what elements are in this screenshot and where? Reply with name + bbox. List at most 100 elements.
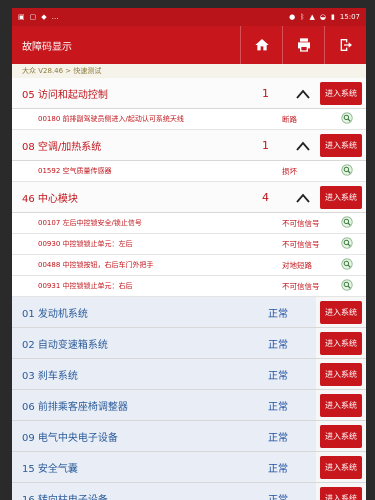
enter-system-button[interactable]: 进入系统 xyxy=(320,300,362,324)
dtc-row[interactable]: 00180 前排副驾驶员侧进入/起动认可系统天线 断路 xyxy=(12,109,366,130)
system-name: 06 前排乘客座椅调整器 xyxy=(12,390,264,420)
enter-system-button[interactable]: 进入系统 xyxy=(320,133,362,157)
system-row[interactable]: 01 发动机系统 正常 进入系统 xyxy=(12,297,366,328)
system-row[interactable]: 02 自动变速箱系统 正常 进入系统 xyxy=(12,328,366,359)
home-icon xyxy=(254,39,269,51)
collapse-button[interactable] xyxy=(290,84,316,103)
exit-icon xyxy=(340,39,352,51)
dtc-row[interactable]: 01592 空气质量传感器 损坏 xyxy=(12,161,366,182)
image-icon: ▣ xyxy=(18,13,25,21)
system-row[interactable]: 16 转向柱电子设备 正常 进入系统 xyxy=(12,483,366,500)
enter-system-button[interactable]: 进入系统 xyxy=(320,81,362,105)
system-status: 正常 xyxy=(264,452,316,482)
magnifier-icon xyxy=(341,237,353,251)
system-name: 02 自动变速箱系统 xyxy=(12,328,264,358)
system-name: 09 电气中央电子设备 xyxy=(12,421,264,451)
system-row[interactable]: 09 电气中央电子设备 正常 进入系统 xyxy=(12,421,366,452)
dots-icon: … xyxy=(51,13,59,21)
system-name: 08 空调/加热系统 xyxy=(22,141,102,153)
enter-system-button[interactable]: 进入系统 xyxy=(320,424,362,448)
dtc-state: 不可信信号 xyxy=(282,281,320,291)
fault-count: 1 xyxy=(262,86,269,100)
dtc-row[interactable]: 00930 中控锁锁止单元：左后 不可信信号 xyxy=(12,234,366,255)
dtc-detail-button[interactable] xyxy=(336,164,358,178)
chevron-up-icon xyxy=(296,136,310,155)
wifi-icon: ◒ xyxy=(319,13,326,21)
signal-icon: ▲ xyxy=(309,13,315,21)
system-name: 46 中心模块 xyxy=(22,193,78,205)
system-row[interactable]: 06 前排乘客座椅调整器 正常 进入系统 xyxy=(12,390,366,421)
system-status: 正常 xyxy=(264,421,316,451)
system-name: 16 转向柱电子设备 xyxy=(12,483,264,500)
dtc-state: 对地短路 xyxy=(282,260,312,270)
system-status: 正常 xyxy=(264,297,316,327)
system-status: 正常 xyxy=(264,483,316,500)
magnifier-icon xyxy=(341,112,353,126)
dtc-description: 00488 中控锁按钮，右后车门外把手 xyxy=(38,261,154,269)
status-left-icons: ▣ ▢ ◆ … xyxy=(18,13,59,21)
dtc-detail-button[interactable] xyxy=(336,216,358,230)
tablet-icon: ▢ xyxy=(29,13,37,21)
collapse-button[interactable] xyxy=(290,136,316,155)
system-list: 05 访问和起动控制 1 进入系统 00180 前排副驾驶员侧进入/起动认可系统天线 断… xyxy=(12,78,366,500)
title-bar: 故障码显示 xyxy=(12,26,366,64)
fault-count: 4 xyxy=(262,190,269,204)
breadcrumb: 大众 V28.46 > 快速测试 xyxy=(12,64,366,78)
fault-count: 1 xyxy=(262,138,269,152)
chevron-up-icon xyxy=(296,188,310,207)
dtc-row[interactable]: 00488 中控锁按钮，右后车门外把手 对地短路 xyxy=(12,255,366,276)
dtc-description: 00931 中控锁锁止单元：右后 xyxy=(38,282,133,290)
enter-system-button[interactable]: 进入系统 xyxy=(320,331,362,355)
chat-icon: ◆ xyxy=(41,13,47,21)
dtc-state: 不可信信号 xyxy=(282,239,320,249)
system-row[interactable]: 05 访问和起动控制 1 进入系统 xyxy=(12,78,366,109)
enter-system-button[interactable]: 进入系统 xyxy=(320,455,362,479)
dtc-state: 断路 xyxy=(282,114,297,124)
exit-button[interactable] xyxy=(324,26,366,64)
page-title: 故障码显示 xyxy=(22,41,72,53)
enter-system-button[interactable]: 进入系统 xyxy=(320,486,362,500)
system-status: 正常 xyxy=(264,359,316,389)
magnifier-icon xyxy=(341,164,353,178)
system-name: 03 刹车系统 xyxy=(12,359,264,389)
dtc-state: 不可信信号 xyxy=(282,218,320,228)
system-name: 01 发动机系统 xyxy=(12,297,264,327)
system-name: 05 访问和起动控制 xyxy=(22,89,108,101)
chevron-up-icon xyxy=(296,84,310,103)
enter-system-button[interactable]: 进入系统 xyxy=(320,393,362,417)
status-bar: ▣ ▢ ◆ … ● ᛒ ▲ ◒ ▮ 15:07 xyxy=(12,8,366,26)
dtc-row[interactable]: 00107 左后中控锁安全/锁止信号 不可信信号 xyxy=(12,213,366,234)
dtc-detail-button[interactable] xyxy=(336,112,358,126)
collapse-button[interactable] xyxy=(290,188,316,207)
system-status: 正常 xyxy=(264,390,316,420)
magnifier-icon xyxy=(341,279,353,293)
home-button[interactable] xyxy=(240,26,282,64)
dtc-row[interactable]: 00931 中控锁锁止单元：右后 不可信信号 xyxy=(12,276,366,297)
enter-system-button[interactable]: 进入系统 xyxy=(320,362,362,386)
print-button[interactable] xyxy=(282,26,324,64)
dtc-detail-button[interactable] xyxy=(336,279,358,293)
dtc-state: 损坏 xyxy=(282,166,297,176)
status-time: 15:07 xyxy=(339,13,360,21)
status-right-icons: ● ᛒ ▲ ◒ ▮ 15:07 xyxy=(289,13,360,21)
dtc-description: 01592 空气质量传感器 xyxy=(38,167,112,175)
bluetooth-icon: ᛒ xyxy=(300,13,305,21)
dtc-detail-button[interactable] xyxy=(336,258,358,272)
system-row[interactable]: 46 中心模块 4 进入系统 xyxy=(12,182,366,213)
magnifier-icon xyxy=(341,258,353,272)
dtc-description: 00930 中控锁锁止单元：左后 xyxy=(38,240,133,248)
system-row[interactable]: 08 空调/加热系统 1 进入系统 xyxy=(12,130,366,161)
system-name: 15 安全气囊 xyxy=(12,452,264,482)
system-row[interactable]: 03 刹车系统 正常 进入系统 xyxy=(12,359,366,390)
location-icon: ● xyxy=(289,13,296,21)
enter-system-button[interactable]: 进入系统 xyxy=(320,185,362,209)
battery-icon: ▮ xyxy=(330,13,335,21)
system-status: 正常 xyxy=(264,328,316,358)
dtc-description: 00180 前排副驾驶员侧进入/起动认可系统天线 xyxy=(38,115,184,123)
magnifier-icon xyxy=(341,216,353,230)
dtc-description: 00107 左后中控锁安全/锁止信号 xyxy=(38,219,142,227)
system-row[interactable]: 15 安全气囊 正常 进入系统 xyxy=(12,452,366,483)
printer-icon xyxy=(297,38,310,52)
app-screen: ▣ ▢ ◆ … ● ᛒ ▲ ◒ ▮ 15:07 故障码显示 大众 V28.46 … xyxy=(12,8,366,500)
dtc-detail-button[interactable] xyxy=(336,237,358,251)
